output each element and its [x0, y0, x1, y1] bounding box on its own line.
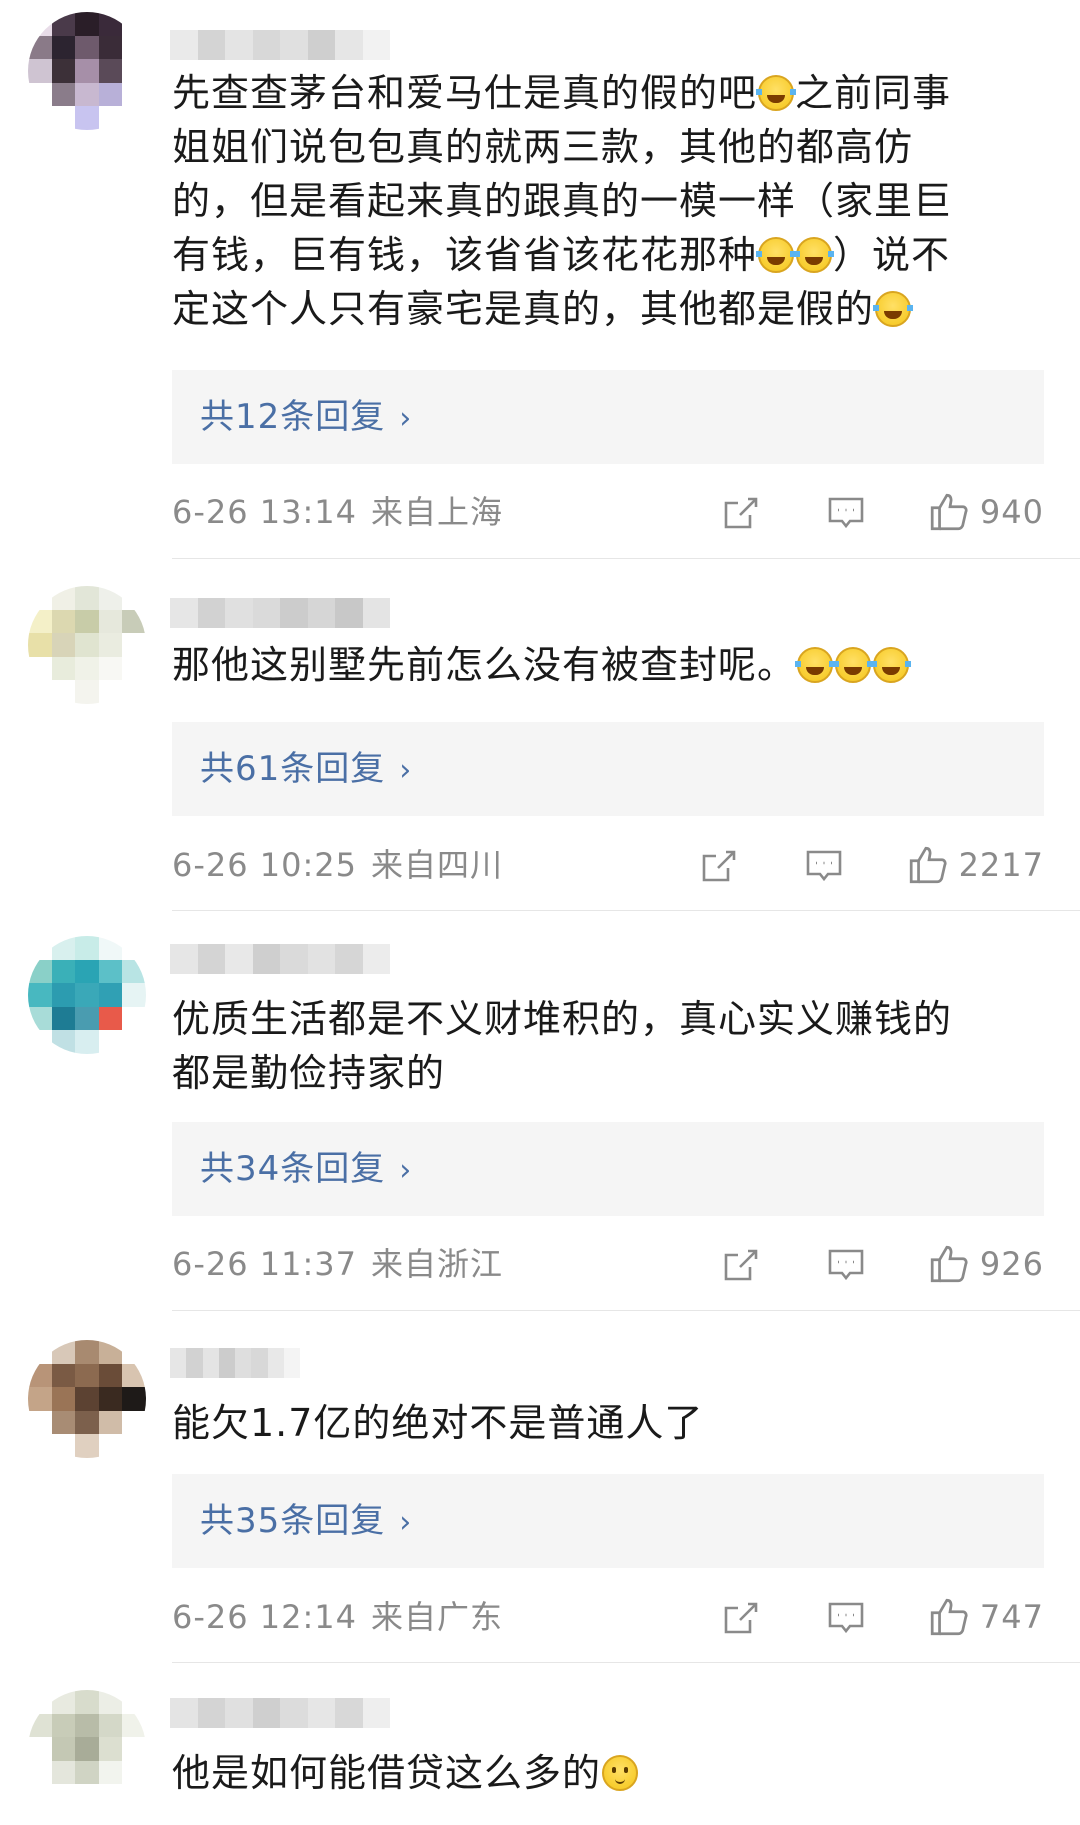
username-blurred[interactable] [170, 598, 390, 628]
divider [172, 1310, 1080, 1311]
like-button[interactable]: 747 [928, 1592, 1044, 1642]
comment-meta: 6-26 13:14 来自上海 940 [172, 487, 1044, 537]
like-count: 747 [979, 1598, 1044, 1636]
comment-meta: 6-26 10:25 来自四川 2217 [172, 840, 1044, 890]
timestamp: 6-26 12:14 [172, 1598, 358, 1636]
timestamp: 6-26 13:14 [172, 493, 358, 531]
location: 来自四川 [371, 846, 504, 884]
comment-icon[interactable] [826, 1245, 866, 1285]
laugh-cry-emoji [795, 647, 836, 683]
divider [172, 910, 1080, 911]
username-blurred[interactable] [170, 944, 390, 974]
laugh-cry-emoji [833, 647, 874, 683]
reply-count-label: 共35条回复 [200, 1501, 386, 1541]
username-blurred[interactable] [170, 1698, 390, 1728]
thumbs-up-icon [909, 846, 947, 884]
comment-text-segment: 能欠1.7亿的绝对不是普通人了 [172, 1401, 704, 1445]
avatar[interactable] [28, 586, 146, 704]
like-button[interactable]: 2217 [907, 840, 1044, 890]
laugh-cry-emoji [873, 291, 914, 327]
comment-text-segment: 都是勤俭持家的 [172, 1051, 446, 1095]
view-replies-link[interactable]: 共12条回复 › [200, 370, 412, 466]
view-replies-link[interactable]: 共61条回复 › [200, 722, 412, 818]
comment-text-segment: 他是如何能借贷这么多的 [172, 1751, 602, 1795]
avatar[interactable] [28, 1690, 146, 1808]
comment-text-segment: 优质生活都是不义财堆积的，真心实义赚钱的 [172, 997, 953, 1041]
reply-summary[interactable]: 共61条回复 › [172, 722, 1044, 816]
chevron-right-icon: › [399, 753, 413, 788]
divider [172, 558, 1080, 559]
comment-text: 先查查茅台和爱马仕是真的假的吧 之前同事 姐姐们说包包真的就两三款，其他的都高仿 … [172, 66, 1032, 336]
like-count: 926 [979, 1245, 1044, 1283]
comment-text: 优质生活都是不义财堆积的，真心实义赚钱的 都是勤俭持家的 [172, 992, 1032, 1100]
avatar[interactable] [28, 1340, 146, 1458]
comment-icon[interactable] [826, 1598, 866, 1638]
reply-summary[interactable]: 共34条回复 › [172, 1122, 1044, 1216]
avatar[interactable] [28, 12, 146, 130]
avatar[interactable] [28, 936, 146, 1054]
reply-count-label: 共34条回复 [200, 1149, 386, 1189]
comment-text-segment: 有钱，巨有钱，该省省该花花那种 [172, 233, 758, 277]
like-count: 940 [979, 493, 1044, 531]
comment-feed: 先查查茅台和爱马仕是真的假的吧 之前同事 姐姐们说包包真的就两三款，其他的都高仿 … [0, 0, 1080, 1825]
comment-text-segment: 姐姐们说包包真的就两三款，其他的都高仿 [172, 125, 914, 169]
comment-text: 他是如何能借贷这么多的 [172, 1746, 1032, 1800]
divider [172, 1662, 1080, 1663]
laugh-cry-emoji [871, 647, 912, 683]
thumbs-up-icon [930, 493, 968, 531]
comment-text-segment: ）说不 [833, 233, 951, 277]
comment-icon[interactable] [826, 493, 866, 533]
timestamp: 6-26 10:25 [172, 846, 358, 884]
chevron-right-icon: › [399, 1153, 413, 1188]
share-icon[interactable] [720, 493, 760, 533]
laugh-cry-emoji [756, 237, 797, 273]
reply-summary[interactable]: 共12条回复 › [172, 370, 1044, 464]
share-icon[interactable] [720, 1598, 760, 1638]
chevron-right-icon: › [399, 401, 413, 436]
timestamp: 6-26 11:37 [172, 1245, 358, 1283]
reply-summary[interactable]: 共35条回复 › [172, 1474, 1044, 1568]
like-button[interactable]: 926 [928, 1239, 1044, 1289]
thumbs-up-icon [930, 1598, 968, 1636]
laugh-cry-emoji [794, 237, 835, 273]
like-button[interactable]: 940 [928, 487, 1044, 537]
like-count: 2217 [958, 846, 1044, 884]
location: 来自上海 [371, 493, 504, 531]
comment-text-segment: 先查查茅台和爱马仕是真的假的吧 [172, 71, 758, 115]
comment-text-segment: 的，但是看起来真的跟真的一模一样（家里巨 [172, 179, 953, 223]
thumbs-up-icon [930, 1245, 968, 1283]
blush-emoji [602, 1755, 639, 1791]
comment-text: 那他这别墅先前怎么没有被查封呢。 [172, 638, 1032, 692]
view-replies-link[interactable]: 共35条回复 › [200, 1474, 412, 1570]
share-icon[interactable] [698, 846, 738, 886]
comment-icon[interactable] [804, 846, 844, 886]
comment-meta: 6-26 11:37 来自浙江 926 [172, 1239, 1044, 1289]
comment-text-segment: 那他这别墅先前怎么没有被查封呢。 [172, 643, 797, 687]
username-blurred[interactable] [170, 30, 390, 60]
reply-count-label: 共61条回复 [200, 749, 386, 789]
laugh-cry-emoji [756, 75, 797, 111]
chevron-right-icon: › [399, 1505, 413, 1540]
comment-text-segment: 定这个人只有豪宅是真的，其他都是假的 [172, 287, 875, 331]
username-blurred[interactable] [170, 1348, 300, 1378]
location: 来自浙江 [371, 1245, 504, 1283]
view-replies-link[interactable]: 共34条回复 › [200, 1122, 412, 1218]
share-icon[interactable] [720, 1245, 760, 1285]
reply-count-label: 共12条回复 [200, 397, 386, 437]
comment-meta: 6-26 12:14 来自广东 747 [172, 1592, 1044, 1642]
location: 来自广东 [371, 1598, 504, 1636]
comment-text: 能欠1.7亿的绝对不是普通人了 [172, 1396, 1032, 1450]
comment-text-segment: 之前同事 [795, 71, 952, 115]
